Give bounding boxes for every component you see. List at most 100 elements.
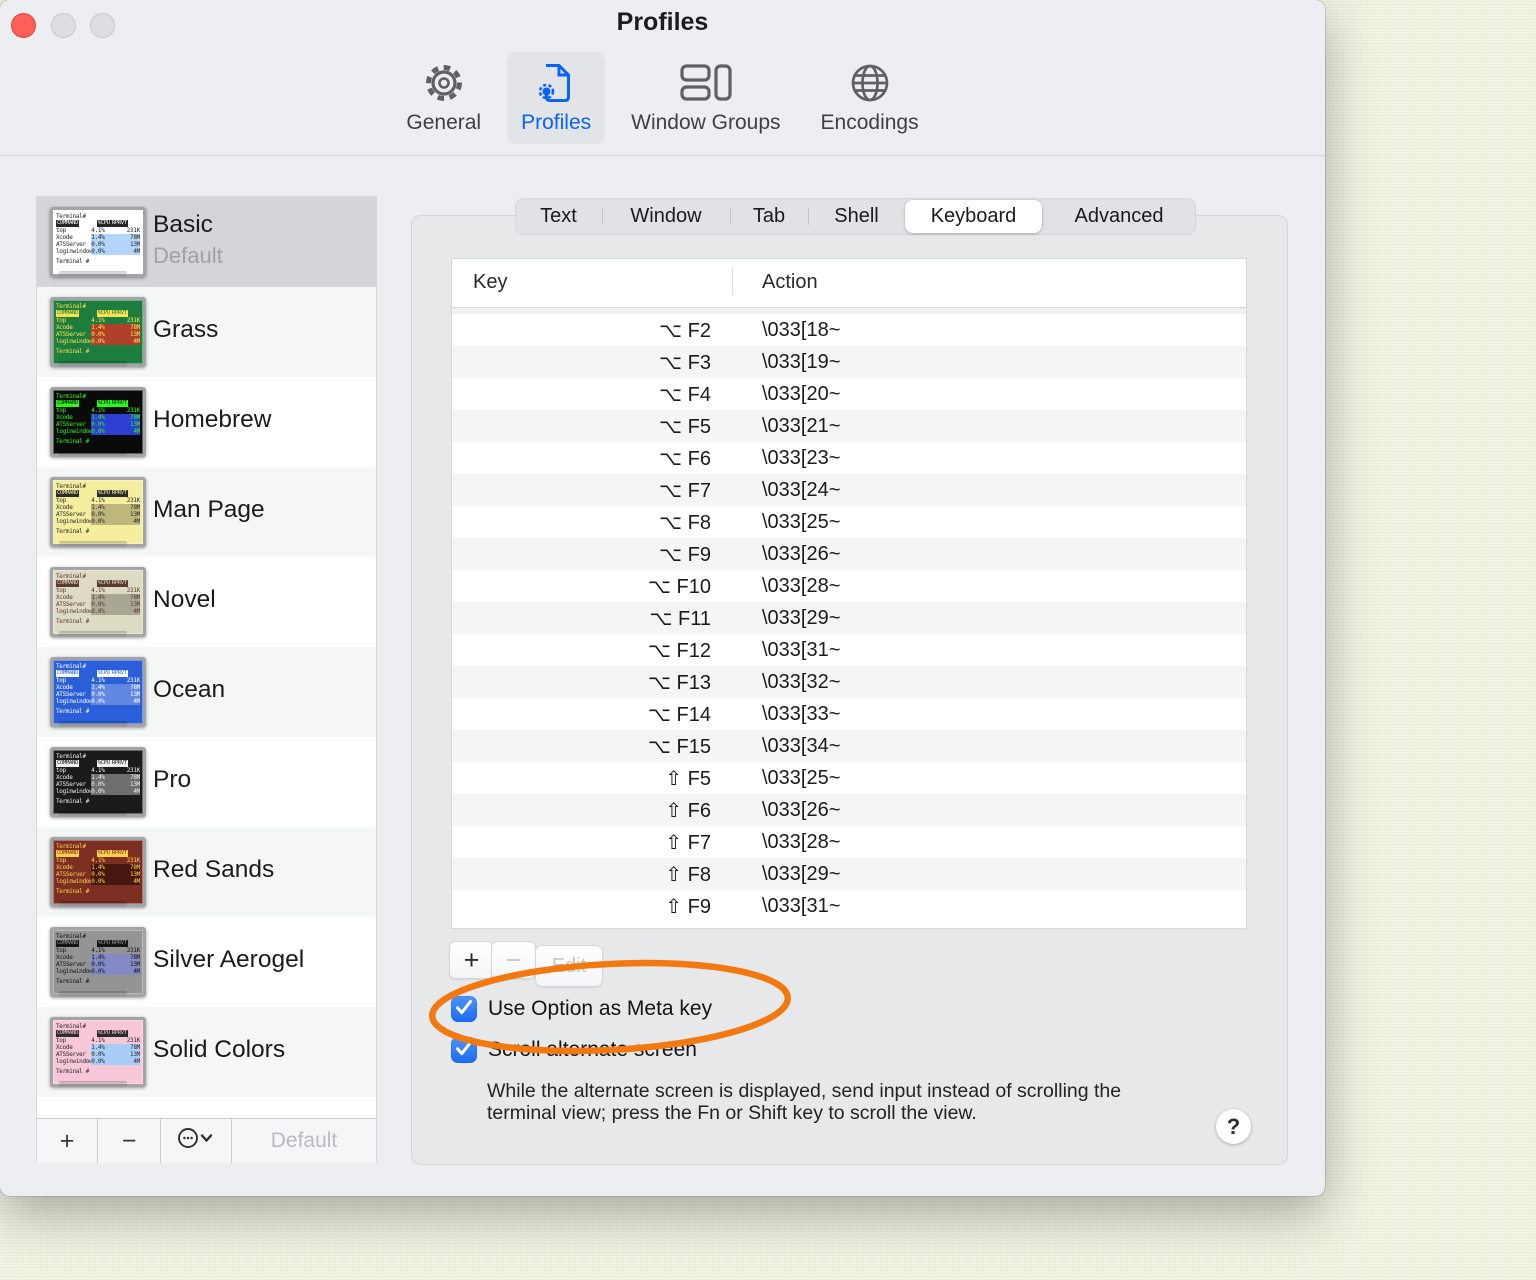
tab-window[interactable]: Window	[602, 198, 730, 235]
tab-text[interactable]: Text	[515, 198, 602, 235]
thumb-command-chip: COMMAND	[56, 400, 80, 407]
table-row[interactable]: ⌥ F10 \033[28~	[452, 570, 1246, 602]
tab-keyboard[interactable]: Keyboard	[905, 198, 1042, 235]
thumb-col-chips: %CPU RPRVT	[79, 400, 128, 407]
thumb-reflection	[59, 901, 127, 908]
profile-name: Silver Aerogel	[153, 946, 305, 973]
table-row[interactable]: ⌥ F3 \033[19~	[452, 346, 1246, 378]
add-profile-button[interactable]: +	[37, 1119, 98, 1163]
thumb-reflection	[59, 361, 127, 368]
profile-list-item[interactable]: Terminal# COMMAND %CPU RPRVT top 4.1% 231K Xcod…	[37, 467, 376, 557]
table-row[interactable]: ⌥ F15 \033[34~	[452, 730, 1246, 762]
toolbar-item-profiles[interactable]: Profiles	[507, 52, 606, 144]
thumb-cpu-value: 1.4%	[91, 1044, 105, 1051]
table-row[interactable]: ⌥ F9 \033[26~	[452, 538, 1246, 570]
edit-key-binding-button[interactable]: Edit	[535, 945, 603, 987]
thumb-mem-value: 4M	[133, 878, 140, 885]
thumb-process-row: ATSServer 0.0% 13M	[56, 241, 140, 248]
thumb-process-name: loginwindow	[56, 248, 92, 255]
profile-list-item[interactable]: Terminal# COMMAND %CPU RPRVT top 4.1% 231K Xcod…	[37, 917, 376, 1007]
thumb-process-row: Xcode 1.4% 78M	[56, 414, 140, 421]
remove-profile-button[interactable]: −	[98, 1119, 161, 1163]
toolbar-item-encodings[interactable]: Encodings	[807, 52, 933, 144]
thumb-mem-value: 13M	[130, 511, 140, 518]
thumb-command-chip: COMMAND	[56, 670, 80, 677]
thumb-process-row: ATSServer 0.0% 13M	[56, 691, 140, 698]
table-row[interactable]: ⇧ F7 \033[28~	[452, 826, 1246, 858]
table-row[interactable]: ⇧ F8 \033[29~	[452, 858, 1246, 890]
profile-list-item[interactable]: Terminal# COMMAND %CPU RPRVT top 4.1% 231K Xcod…	[37, 737, 376, 827]
tab-tab[interactable]: Tab	[730, 198, 808, 235]
profile-name: Solid Colors	[153, 1036, 286, 1063]
profile-default-badge: Default	[153, 243, 223, 268]
toolbar-item-window-groups[interactable]: Window Groups	[617, 52, 794, 144]
table-row[interactable]: ⌥ F6 \033[23~	[452, 442, 1246, 474]
table-row[interactable]: ⌥ F13 \033[32~	[452, 666, 1246, 698]
use-option-as-meta-key-checkbox[interactable]	[451, 996, 477, 1022]
column-header-action[interactable]: Action	[762, 271, 818, 294]
thumb-command-chip: COMMAND	[56, 760, 80, 767]
table-row[interactable]: ⌥ F14 \033[33~	[452, 698, 1246, 730]
table-row[interactable]: ⌥ F4 \033[20~	[452, 378, 1246, 410]
thumb-mem-value: 78M	[130, 864, 140, 871]
table-row[interactable]: ⌥ F11 \033[29~	[452, 602, 1246, 634]
thumb-process-name: loginwindow	[56, 878, 92, 885]
key-cell: ⌥ F3	[659, 351, 711, 374]
remove-key-binding-button[interactable]: −	[491, 941, 536, 979]
table-row[interactable]: ⇧ F5 \033[25~	[452, 762, 1246, 794]
thumb-process-name: top	[56, 317, 66, 324]
set-default-button[interactable]: Default	[232, 1119, 376, 1163]
table-row[interactable]: ⇧ F6 \033[26~	[452, 794, 1246, 826]
thumb-cpu-value: 0.0%	[91, 878, 105, 885]
thumb-mem-value: 13M	[130, 961, 140, 968]
table-row[interactable]: ⌥ F12 \033[31~	[452, 634, 1246, 666]
key-cell: ⌥ F12	[647, 639, 711, 662]
table-row[interactable]: ⌥ F2 \033[18~	[452, 314, 1246, 346]
tab-shell[interactable]: Shell	[808, 198, 905, 235]
thumb-process-name: ATSServer	[56, 871, 86, 878]
table-row[interactable]: ⌥ F7 \033[24~	[452, 474, 1246, 506]
thumb-cpu-value: 1.4%	[91, 324, 105, 331]
thumb-top-columns: COMMAND %CPU RPRVT	[56, 670, 140, 677]
thumb-cpu-value: 4.1%	[91, 317, 105, 324]
table-row[interactable]: ⌥ F5 \033[21~	[452, 410, 1246, 442]
thumb-cpu-value: 4.1%	[91, 227, 105, 234]
add-key-binding-button[interactable]: +	[449, 941, 494, 979]
thumb-top-columns: COMMAND %CPU RPRVT	[56, 760, 140, 767]
thumb-header-text: Terminal#	[56, 1023, 86, 1030]
toolbar-item-general[interactable]: General	[392, 52, 495, 144]
thumb-header-text: Terminal#	[56, 753, 86, 760]
profile-list-item[interactable]: Terminal# COMMAND %CPU RPRVT top 4.1% 231K Xcod…	[37, 827, 376, 917]
thumb-cpu-value: 0.0%	[91, 871, 105, 878]
profile-actions-menu-button[interactable]	[161, 1119, 232, 1163]
thumb-command-chip: COMMAND	[56, 850, 80, 857]
thumb-process-values: 0.0% 4M	[91, 788, 140, 795]
thumb-command-chip: COMMAND	[56, 940, 80, 947]
profile-list-item[interactable]: Terminal# COMMAND %CPU RPRVT top 4.1% 231K Xcod…	[37, 557, 376, 647]
thumb-col-chips: %CPU RPRVT	[79, 1030, 128, 1037]
column-header-key[interactable]: Key	[473, 271, 507, 294]
profile-thumbnail: Terminal# COMMAND %CPU RPRVT top 4.1% 231K Xcod…	[50, 657, 146, 727]
profile-list-item[interactable]: Terminal# COMMAND %CPU RPRVT top 4.1% 231K Xcod…	[37, 647, 376, 737]
table-row[interactable]: ⇧ F9 \033[31~	[452, 890, 1246, 922]
table-row[interactable]: ⌥ F8 \033[25~	[452, 506, 1246, 538]
thumb-cpu-value: 1.4%	[91, 504, 105, 511]
help-button[interactable]: ?	[1216, 1109, 1251, 1144]
thumb-cpu-value: 0.0%	[91, 428, 105, 435]
thumb-cpu-chip: %CPU	[96, 400, 111, 407]
thumb-cpu-chip: %CPU	[96, 220, 111, 227]
profile-list-item[interactable]: Terminal# COMMAND %CPU RPRVT top 4.1% 231K Xcod…	[37, 377, 376, 467]
thumb-mem-value: 4M	[133, 1058, 140, 1065]
profile-list-item[interactable]: Terminal# COMMAND %CPU RPRVT top 4.1% 231K Xcod…	[37, 287, 376, 377]
tab-advanced[interactable]: Advanced	[1042, 198, 1196, 235]
thumb-process-name: Xcode	[56, 234, 73, 241]
thumb-process-values: 1.4% 78M	[91, 774, 140, 781]
profile-list-item[interactable]: Terminal# COMMAND %CPU RPRVT top 4.1% 231K Xcod…	[37, 1007, 376, 1097]
thumb-process-values: 1.4% 78M	[91, 954, 140, 961]
action-cell: \033[28~	[762, 574, 841, 597]
profile-document-icon	[533, 58, 579, 108]
thumb-process-name: loginwindow	[56, 698, 92, 705]
profile-thumbnail: Terminal# COMMAND %CPU RPRVT top 4.1% 231K Xcod…	[50, 477, 146, 547]
scroll-alternate-screen-checkbox[interactable]	[451, 1037, 477, 1063]
profile-list-item[interactable]: Terminal# COMMAND %CPU RPRVT top 4.1% 231K Xcod…	[37, 197, 376, 287]
